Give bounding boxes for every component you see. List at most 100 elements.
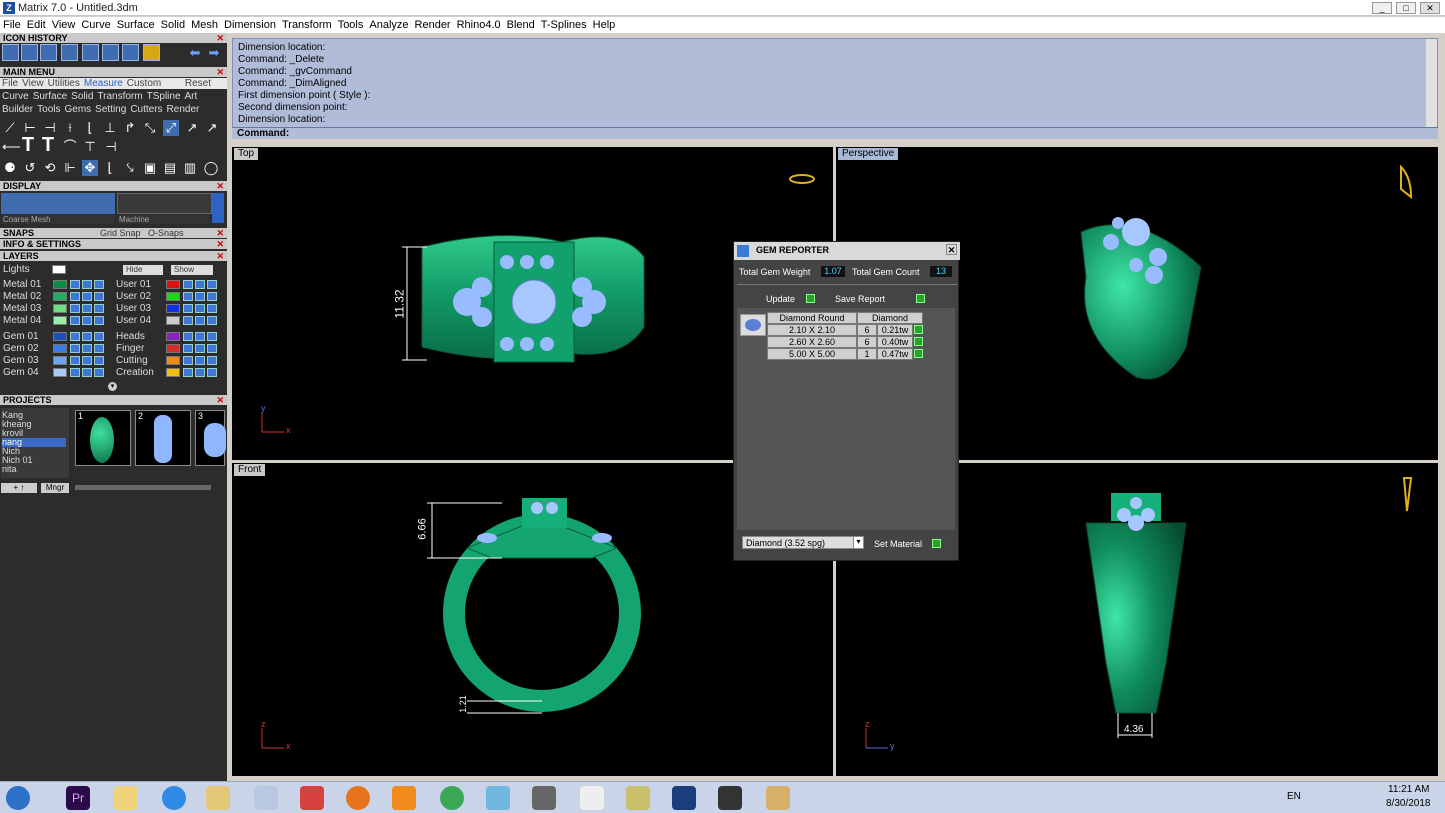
tab-utilities[interactable]: Utilities bbox=[48, 78, 80, 89]
chevron-down-icon[interactable]: ▾ bbox=[853, 537, 863, 548]
menu-mesh[interactable]: Mesh bbox=[188, 17, 221, 31]
menu-tsplines[interactable]: T-Splines bbox=[538, 17, 590, 31]
info-settings-header[interactable]: INFO & SETTINGS ✕ bbox=[0, 239, 227, 249]
app-icon[interactable] bbox=[718, 786, 742, 810]
layer-toggle-icon[interactable] bbox=[82, 292, 92, 301]
save-report-button[interactable]: Save Report bbox=[835, 294, 885, 304]
menu-curve[interactable]: Curve bbox=[2, 91, 29, 102]
dimension-tool-icon[interactable]: ↗ bbox=[184, 120, 200, 136]
tab-view[interactable]: View bbox=[22, 78, 44, 89]
layer-row[interactable]: Metal 01 bbox=[3, 279, 113, 290]
layer-toggle-icon[interactable] bbox=[207, 332, 217, 341]
tool-icon[interactable]: ▤ bbox=[162, 160, 178, 176]
command-prompt[interactable]: Command: bbox=[232, 127, 1438, 139]
layer-row[interactable]: User 03 bbox=[116, 303, 226, 314]
menu-render[interactable]: Render bbox=[412, 17, 454, 31]
layer-toggle-icon[interactable] bbox=[183, 316, 193, 325]
tool-icon[interactable]: ⊩ bbox=[62, 160, 78, 176]
layer-toggle-icon[interactable] bbox=[207, 368, 217, 377]
layer-color-swatch[interactable] bbox=[166, 316, 180, 325]
layer-row[interactable]: User 02 bbox=[116, 291, 226, 302]
menu-transform[interactable]: Transform bbox=[279, 17, 335, 31]
file-explorer-icon[interactable] bbox=[114, 786, 138, 810]
menu-cutters[interactable]: Cutters bbox=[130, 104, 162, 115]
tool-icon[interactable]: ⤥ bbox=[122, 160, 138, 176]
firefox-icon[interactable] bbox=[346, 786, 370, 810]
layer-toggle-icon[interactable] bbox=[70, 356, 80, 365]
menu-view[interactable]: View bbox=[49, 17, 79, 31]
layer-toggle-icon[interactable] bbox=[94, 368, 104, 377]
close-button[interactable]: ✕ bbox=[1420, 2, 1440, 14]
media-player-icon[interactable] bbox=[392, 786, 416, 810]
expand-icon[interactable]: ▾ bbox=[108, 382, 117, 391]
layer-toggle-icon[interactable] bbox=[94, 356, 104, 365]
layer-toggle-icon[interactable] bbox=[70, 316, 80, 325]
dimension-tool-icon[interactable]: ⊥ bbox=[102, 120, 118, 136]
layer-toggle-icon[interactable] bbox=[207, 292, 217, 301]
layer-toggle-icon[interactable] bbox=[183, 304, 193, 313]
row-select-icon[interactable] bbox=[914, 337, 923, 346]
project-thumbnail-2[interactable]: 2 bbox=[135, 410, 191, 466]
menu-edit[interactable]: Edit bbox=[24, 17, 49, 31]
dimension-tool-icon[interactable]: ⤡ bbox=[142, 120, 158, 136]
layer-row[interactable]: Creation bbox=[116, 367, 226, 378]
dimension-tool-icon[interactable]: ⟊ bbox=[62, 120, 78, 136]
text-icon[interactable]: T bbox=[40, 135, 56, 155]
layer-row[interactable]: User 01 bbox=[116, 279, 226, 290]
notes-icon[interactable] bbox=[626, 786, 650, 810]
layer-toggle-icon[interactable] bbox=[183, 292, 193, 301]
manager-button[interactable]: Mngr bbox=[41, 483, 69, 493]
snap-tool-icon[interactable]: ⚈ bbox=[2, 160, 18, 176]
close-icon[interactable]: ✕ bbox=[216, 239, 224, 249]
main-menu-header[interactable]: MAIN MENU ✕ bbox=[0, 67, 227, 77]
menu-tspline[interactable]: TSpline bbox=[147, 91, 181, 102]
app-icon[interactable] bbox=[486, 786, 510, 810]
menu-solid[interactable]: Solid bbox=[71, 91, 93, 102]
layer-color-swatch[interactable] bbox=[53, 292, 67, 301]
icon-history-header[interactable]: ICON HISTORY ✕ bbox=[0, 33, 227, 43]
layer-toggle-icon[interactable] bbox=[82, 332, 92, 341]
projects-header[interactable]: PROJECTS ✕ bbox=[0, 395, 227, 405]
dimension-tool-icon[interactable]: ⊣ bbox=[103, 139, 119, 155]
menu-file[interactable]: File bbox=[0, 17, 24, 31]
dimension-tool-icon[interactable]: ↗ bbox=[204, 120, 220, 136]
project-add-up-buttons[interactable]: + ↑ bbox=[1, 483, 37, 493]
menu-tools[interactable]: Tools bbox=[37, 104, 60, 115]
tab-custom[interactable]: Custom bbox=[127, 78, 161, 89]
menu-curve[interactable]: Curve bbox=[78, 17, 113, 31]
osnaps-toggle[interactable]: O-Snaps bbox=[148, 228, 184, 238]
clock-date[interactable]: 8/30/2018 bbox=[1386, 798, 1431, 809]
history-tool-icon[interactable] bbox=[2, 44, 19, 61]
move-icon[interactable]: ✥ bbox=[82, 160, 98, 176]
layer-toggle-icon[interactable] bbox=[207, 356, 217, 365]
leader-icon[interactable]: ⟵ bbox=[2, 139, 21, 155]
layer-toggle-icon[interactable] bbox=[70, 280, 80, 289]
layer-toggle-icon[interactable] bbox=[82, 368, 92, 377]
layer-toggle-icon[interactable] bbox=[82, 304, 92, 313]
layer-color-swatch[interactable] bbox=[166, 332, 180, 341]
layer-toggle-icon[interactable] bbox=[195, 368, 205, 377]
layer-row[interactable]: Finger bbox=[116, 343, 226, 354]
menu-help[interactable]: Help bbox=[590, 17, 619, 31]
update-button[interactable]: Update bbox=[766, 294, 795, 304]
close-icon[interactable]: ✕ bbox=[216, 181, 224, 191]
layer-row[interactable]: Cutting bbox=[116, 355, 226, 366]
layer-color-swatch[interactable] bbox=[166, 280, 180, 289]
layer-toggle-icon[interactable] bbox=[183, 332, 193, 341]
set-material-play-icon[interactable] bbox=[932, 539, 941, 548]
close-icon[interactable]: ✕ bbox=[216, 33, 224, 43]
update-play-icon[interactable] bbox=[806, 294, 815, 303]
layer-color-swatch[interactable] bbox=[166, 344, 180, 353]
project-item[interactable]: nita bbox=[2, 465, 66, 474]
history-tool-icon[interactable] bbox=[61, 44, 78, 61]
layer-toggle-icon[interactable] bbox=[70, 292, 80, 301]
menu-blend[interactable]: Blend bbox=[504, 17, 538, 31]
layer-color-swatch[interactable] bbox=[166, 356, 180, 365]
layer-row[interactable]: Gem 01 bbox=[3, 331, 113, 342]
close-icon[interactable]: ✕ bbox=[216, 395, 224, 405]
layer-row[interactable]: Metal 04 bbox=[3, 315, 113, 326]
history-tool-icon[interactable] bbox=[82, 44, 99, 61]
layer-color-swatch[interactable] bbox=[53, 304, 67, 313]
layer-toggle-icon[interactable] bbox=[195, 304, 205, 313]
history-tool-icon[interactable] bbox=[21, 44, 38, 61]
